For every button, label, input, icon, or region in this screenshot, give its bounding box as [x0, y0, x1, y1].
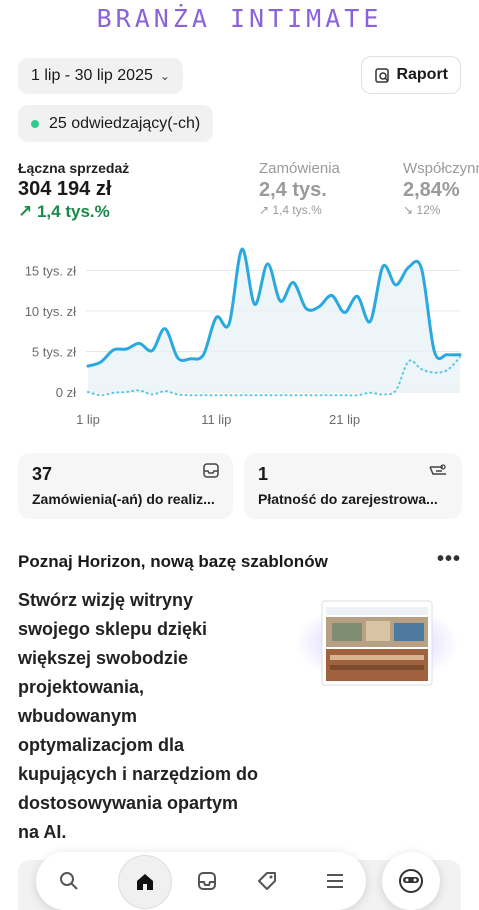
live-visitors-pill[interactable]: 25 odwiedzający(-ch) [18, 105, 214, 142]
metric-change: ↗ 1,4 tys.% [18, 202, 110, 221]
report-label: Raport [396, 66, 448, 83]
x-tick-label: 11 lip [201, 412, 231, 427]
metric-value: 2,84% [403, 179, 460, 201]
metric-label: Współczynnik [403, 160, 479, 177]
live-status-dot [31, 119, 39, 128]
orders-to-fulfill-card[interactable]: 37 Zamówienia(-ań) do realiz... [18, 453, 233, 519]
promo-title: Poznaj Horizon, nową bazę szablonów [18, 552, 328, 571]
card-number: 37 [32, 464, 53, 484]
y-tick-label: 5 tys. zł [32, 344, 76, 359]
metric-value: 304 194 zł [18, 178, 112, 200]
metrics-row: Łączna sprzedaż 304 194 zł ↗ 1,4 tys.% Z… [18, 160, 479, 222]
report-search-icon [375, 67, 390, 83]
metric-total-sales[interactable]: Łączna sprzedaż 304 194 zł ↗ 1,4 tys.% [18, 160, 129, 222]
metric-change: ↘ 12% [403, 203, 441, 217]
date-range-label: 1 lip - 30 lip 2025 [31, 67, 153, 84]
inbox-icon[interactable] [184, 852, 230, 910]
more-options-icon[interactable]: ••• [437, 548, 461, 571]
home-icon[interactable] [118, 855, 172, 909]
report-button[interactable]: Raport [361, 56, 461, 94]
card-number: 1 [258, 464, 269, 484]
inbox-icon [203, 463, 219, 483]
store-brand-title: BRANŻA INTIMATE [96, 4, 383, 33]
metric-conversion[interactable]: Współczynnik 2,84% ↘ 12% [403, 160, 479, 217]
metric-orders[interactable]: Zamówienia 2,4 tys. ↗ 1,4 tys.% [259, 160, 340, 217]
search-icon[interactable] [46, 852, 92, 910]
metric-change: ↗ 1,4 tys.% [259, 203, 322, 217]
x-tick-label: 21 lip [329, 412, 360, 427]
tag-icon[interactable] [244, 852, 290, 910]
menu-icon[interactable] [312, 852, 358, 910]
card-text: Płatność do zarejestrowa... [258, 491, 438, 507]
y-tick-label: 10 tys. zł [25, 304, 76, 319]
bottom-navigation [36, 852, 366, 910]
y-tick-label: 15 tys. zł [25, 263, 76, 278]
metric-label: Łączna sprzedaż [18, 160, 130, 176]
payment-to-capture-card[interactable]: 1 Płatność do zarejestrowa... [244, 453, 462, 519]
card-text: Zamówienia(-ań) do realiz... [32, 491, 215, 507]
ai-assistant-button[interactable] [382, 852, 440, 910]
metric-label: Zamówienia [259, 160, 340, 177]
date-range-selector[interactable]: 1 lip - 30 lip 2025 ⌄ [18, 58, 183, 94]
theme-preview-image [295, 600, 459, 686]
sidekick-icon [399, 869, 423, 893]
x-tick-label: 1 lip [76, 412, 100, 427]
cash-icon [428, 463, 448, 482]
chevron-down-icon: ⌄ [159, 69, 170, 83]
y-tick-label: 0 zł [56, 385, 76, 400]
sales-line-chart: 15 tys. zł 10 tys. zł 5 tys. zł 0 zł1 lip 11… [25, 247, 462, 427]
visitors-label: 25 odwiedzający(-ch) [49, 114, 201, 132]
metric-value: 2,4 tys. [259, 179, 327, 201]
promo-description: Stwórz wizję witryny swojego sklepu dzię… [18, 590, 259, 842]
